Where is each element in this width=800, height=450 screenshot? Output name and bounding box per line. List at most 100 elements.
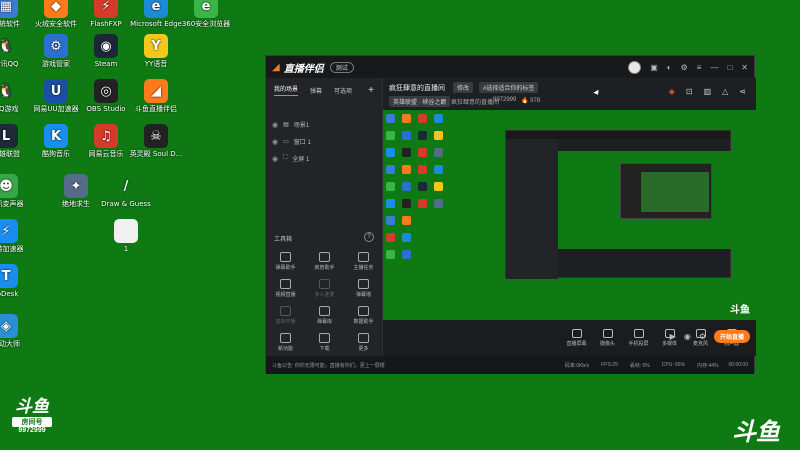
tool-item[interactable]: 数据助手 — [344, 306, 383, 325]
app-icon: / — [114, 174, 138, 198]
stat-item: FPS:29 — [601, 361, 618, 368]
chart-icon[interactable]: ▥ — [704, 87, 712, 96]
share-icon[interactable]: ⋖ — [739, 87, 746, 96]
go-live-button[interactable]: 开始直播 — [713, 330, 750, 343]
tool-icon — [358, 279, 369, 289]
tool-icon — [319, 252, 330, 262]
mini-icon — [418, 182, 427, 191]
desktop-icon-label: 360安全浏览器 — [181, 20, 231, 28]
mini-icon — [386, 250, 395, 259]
scene-item[interactable]: ◉ ▤ 场景1 — [266, 116, 382, 133]
bell-icon[interactable]: △ — [722, 87, 728, 96]
app-icon: 🐧 — [0, 79, 18, 103]
live-timer: 00:00:00 — [728, 362, 748, 368]
desktop-icon[interactable]: ◈ 驱动大师 — [0, 314, 37, 349]
mini-icon — [418, 114, 427, 123]
desktop-icon-label: 1 — [123, 245, 129, 253]
message-icon[interactable]: ▣ — [650, 63, 658, 72]
tool-icon — [280, 279, 291, 289]
source-icon — [633, 329, 644, 338]
source-button[interactable]: 摄像头 — [592, 329, 623, 347]
mini-icon — [402, 216, 411, 225]
help-icon[interactable]: ? — [364, 232, 374, 242]
mini-icon — [402, 131, 411, 140]
tool-item[interactable]: 虚拟开播 — [266, 306, 305, 325]
desktop-icon[interactable]: e 360安全浏览器 — [175, 0, 237, 29]
close-icon[interactable]: ✕ — [741, 63, 748, 72]
left-panel: 我的场景 弹幕 可选项 + ◉ ▤ 场景1 ◉ ▭ 窗口 1 ◉ ⛶ 全屏 1 … — [266, 78, 383, 374]
eye-preview-icon[interactable]: ◉ — [684, 332, 691, 341]
desktop-icon[interactable]: / Draw & Guess — [95, 174, 157, 209]
app-icon: ⚡ — [94, 0, 118, 18]
desktop-icon[interactable]: ◢ 斗鱼直播伴侣 — [125, 79, 187, 114]
tool-item[interactable]: 新功能 — [266, 333, 305, 352]
tool-item[interactable]: 房管助手 — [305, 252, 344, 271]
lock-icon[interactable]: ⊡ — [686, 87, 693, 96]
minimize-icon[interactable]: — — [710, 63, 718, 72]
douyu-watermark-left: 斗鱼 房间号 9972999 — [12, 392, 52, 434]
app-icon: ☻ — [0, 174, 18, 198]
room-id: 9972999 — [493, 97, 517, 103]
desktop-icon[interactable]: ☻ 腾讯变声器 — [0, 174, 37, 209]
tool-item[interactable]: 更多 — [344, 333, 383, 352]
tool-icon — [280, 333, 291, 343]
tool-item[interactable]: 弹幕墙 — [344, 279, 383, 298]
edit-title-button[interactable]: 修改 — [453, 82, 474, 93]
scene-item[interactable]: ◉ ▭ 窗口 1 — [266, 133, 382, 150]
desktop-icon[interactable]: Y YY语音 — [125, 34, 187, 69]
app-icon: ☠ — [144, 124, 168, 148]
menu-icon[interactable]: ≡ — [697, 63, 702, 72]
maximize-icon[interactable]: □ — [727, 63, 732, 72]
mini-icon — [402, 148, 411, 157]
tool-item[interactable]: 主播任务 — [344, 252, 383, 271]
desktop-icon-label: 斗鱼直播伴侣 — [135, 105, 177, 113]
announcement-text[interactable]: 斗鱼公告: 你你无限可能，直播有你们，更上一层楼 — [272, 362, 385, 369]
gift-icon[interactable]: ◈ — [669, 87, 675, 96]
source-button[interactable]: 直播屏幕 — [561, 329, 592, 347]
tool-item[interactable]: 视频直播 — [266, 279, 305, 298]
desktop-icon[interactable]: ☠ 英灵殿 Soul D... — [125, 124, 187, 159]
settings-icon[interactable]: ⚙ — [681, 63, 688, 72]
desktop-icon[interactable]: ⚡ 迅游加速器 — [0, 219, 37, 254]
scene-label: 场景1 — [293, 123, 310, 129]
tab-my-scenes[interactable]: 我的场景 — [274, 84, 299, 96]
tool-icon — [358, 252, 369, 262]
eye-icon[interactable]: ◉ — [272, 138, 278, 146]
mini-icon — [386, 216, 395, 225]
tool-label: 数据助手 — [353, 319, 374, 325]
nested-title-bar — [506, 131, 730, 139]
camera-icon[interactable]: ▶ — [670, 332, 676, 341]
tool-label: 下载 — [319, 346, 330, 352]
user-avatar[interactable] — [628, 60, 642, 74]
tool-item[interactable]: 多人连麦 — [305, 279, 344, 298]
scene-label: 全屏 1 — [292, 157, 310, 163]
source-button[interactable]: 手机投屏 — [623, 329, 654, 347]
tool-label: 房管助手 — [314, 265, 335, 271]
tab-options[interactable]: 可选项 — [334, 86, 352, 95]
tool-item[interactable]: 下载 — [305, 333, 344, 352]
desktop-icon[interactable]: T ToDesk — [0, 264, 37, 299]
settings-gear-icon[interactable]: ⚙ — [699, 332, 706, 341]
toolbox-title: 工具箱 — [274, 237, 293, 243]
room-info-bar: 疯狂肆意的直播间 修改 #选择适合你的标签 英雄联盟 · 峡谷之巅 疯狂肆意的直… — [383, 78, 756, 110]
tool-label: 多人连麦 — [314, 292, 335, 298]
eye-icon[interactable]: ◉ — [272, 121, 278, 129]
desktop-icon[interactable]: 1 — [95, 219, 157, 254]
app-icon: ✦ — [64, 174, 88, 198]
tab-danmaku[interactable]: 弹幕 — [310, 86, 322, 95]
add-scene-button[interactable]: + — [368, 85, 374, 96]
mini-icon — [386, 199, 395, 208]
stream-preview: 斗鱼 — [383, 110, 756, 320]
scene-item[interactable]: ◉ ⛶ 全屏 1 — [266, 150, 382, 167]
eye-icon[interactable]: ◉ — [272, 155, 278, 163]
app-icon: ◢ — [144, 79, 168, 103]
tool-item[interactable]: 弹幕助手 — [266, 252, 305, 271]
tool-item[interactable]: 弹幕库 — [305, 306, 344, 325]
game-category-button[interactable]: 英雄联盟 · 峡谷之巅 — [389, 96, 451, 107]
nested-green — [641, 172, 709, 212]
mini-icon — [386, 182, 395, 191]
mini-icon — [402, 165, 411, 174]
tag-select-button[interactable]: #选择适合你的标签 — [479, 82, 539, 93]
test-badge[interactable]: 测试 — [329, 61, 354, 73]
skin-icon[interactable]: ◐ — [667, 63, 672, 72]
